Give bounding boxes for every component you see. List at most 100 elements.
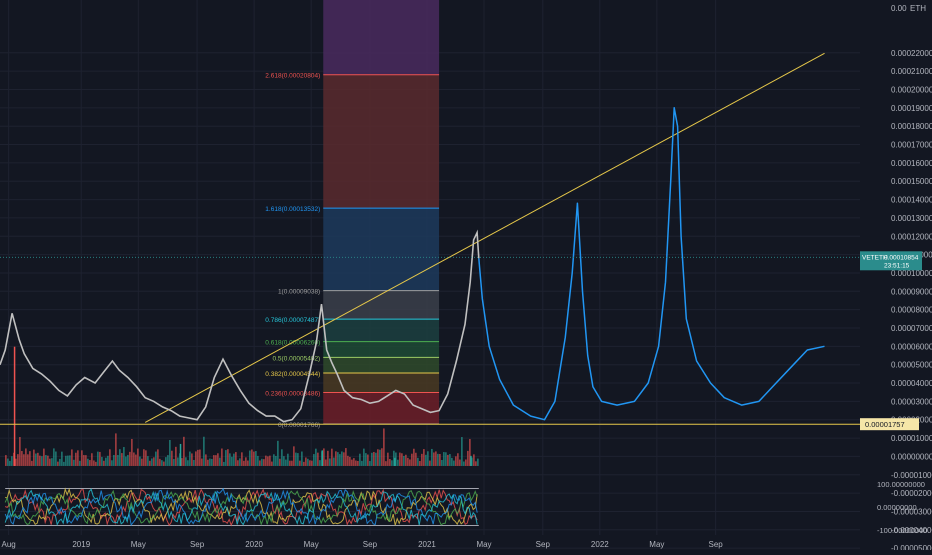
volume-bar: [139, 456, 141, 466]
volume-bar: [101, 456, 103, 466]
fib-level-label: 1(0.00009038): [278, 289, 320, 296]
volume-spike: [179, 443, 182, 466]
fib-band: [323, 74, 440, 209]
volume-bar: [263, 459, 265, 466]
volume-bar: [35, 453, 37, 466]
volume-bar: [477, 458, 479, 466]
volume-bar: [95, 461, 97, 466]
volume-bar: [443, 452, 445, 466]
volume-bar: [293, 446, 295, 466]
volume-bar: [161, 460, 163, 466]
x-tick-label: May: [304, 540, 319, 549]
volume-bar: [291, 460, 293, 466]
y-tick-label: 0.00016000: [891, 159, 932, 168]
chart-root: 0(0.00001766) 0.236(0.00003486) 0.382(0.00…: [0, 0, 932, 553]
volume-bar: [283, 456, 285, 466]
volume-bar: [51, 458, 53, 466]
volume-bar: [217, 453, 219, 466]
fib-band: [323, 0, 440, 75]
volume-bar: [265, 455, 267, 466]
volume-bar: [215, 455, 217, 466]
fib-level-label: 1.618(0.00013532): [265, 206, 320, 213]
volume-bar: [377, 449, 379, 466]
volume-bar: [319, 460, 321, 466]
volume-bar: [71, 449, 73, 466]
volume-bar: [89, 460, 91, 466]
volume-bar: [159, 458, 161, 466]
volume-bar: [107, 455, 109, 466]
volume-bar: [243, 460, 245, 466]
volume-bar: [339, 454, 341, 466]
volume-bar: [247, 460, 249, 466]
volume-bar: [315, 448, 317, 466]
volume-bar: [445, 452, 447, 466]
last-price-value: 0.00010854: [884, 254, 919, 261]
volume-bar: [125, 456, 127, 466]
volume-bar: [325, 459, 327, 466]
volume-bar: [431, 448, 433, 466]
volume-bar: [441, 460, 443, 466]
fib-level-label: 0.786(0.00007487): [265, 317, 320, 324]
volume-bar: [209, 458, 211, 466]
volume-bar: [275, 455, 277, 466]
volume-bar: [31, 460, 33, 466]
volume-bar: [177, 457, 179, 466]
volume-bar: [109, 449, 111, 466]
y-tick-label: -0.00002000: [891, 489, 932, 498]
volume-bar: [163, 461, 165, 466]
volume-bar: [425, 454, 427, 466]
y-tick-label: 0.00021000: [891, 67, 932, 76]
y-tick-label: 0.00018000: [891, 122, 932, 131]
support-tag-value: 0.00001757: [865, 420, 905, 429]
volume-bar: [25, 448, 27, 466]
volume-bar: [225, 450, 227, 466]
volume-bar: [75, 452, 77, 466]
y-tick-label: 0.00022000: [891, 49, 932, 58]
x-tick-label: 2022: [591, 540, 609, 549]
volume-bar: [411, 453, 413, 466]
volume-bar: [117, 454, 119, 466]
price-chart[interactable]: 0(0.00001766) 0.236(0.00003486) 0.382(0.00…: [0, 0, 932, 553]
fib-band: [323, 357, 440, 374]
volume-bar: [385, 461, 387, 466]
volume-bar: [345, 448, 347, 466]
volume-bar: [37, 452, 39, 466]
volume-bar: [221, 448, 223, 466]
volume-bar: [295, 452, 297, 466]
volume-bar: [423, 449, 425, 466]
volume-bar: [313, 454, 315, 466]
y-tick-label: 0.00007000: [891, 324, 932, 333]
volume-bar: [191, 453, 193, 466]
y-tick-label: -0.00003000: [891, 507, 932, 516]
volume-bar: [447, 454, 449, 466]
volume-bar: [15, 458, 17, 466]
volume-bar: [365, 453, 367, 466]
y-tick-label: 0.00009000: [891, 287, 932, 296]
volume-bar: [417, 457, 419, 466]
volume-bar: [285, 459, 287, 466]
volume-bar: [341, 451, 343, 466]
volume-bar: [277, 440, 279, 466]
volume-bar: [369, 461, 371, 466]
volume-bar: [111, 460, 113, 466]
volume-bar: [239, 458, 241, 466]
volume-bar: [281, 449, 283, 466]
volume-bar: [415, 452, 417, 466]
volume-bar: [343, 452, 345, 466]
volume-bar: [7, 458, 9, 466]
volume-bar: [463, 461, 465, 466]
volume-bar: [273, 454, 275, 466]
volume-bar: [213, 455, 215, 466]
y-axis-top-label: 0.00: [891, 4, 907, 13]
volume-bar: [307, 458, 309, 466]
volume-bar: [287, 453, 289, 466]
volume-bar: [347, 455, 349, 466]
volume-bar: [379, 449, 381, 466]
volume-bar: [367, 454, 369, 466]
volume-bar: [113, 454, 115, 466]
volume-bar: [27, 454, 29, 466]
volume-bar: [143, 449, 145, 466]
volume-bar: [317, 452, 319, 466]
fib-band: [323, 341, 440, 358]
volume-bar: [167, 455, 169, 466]
